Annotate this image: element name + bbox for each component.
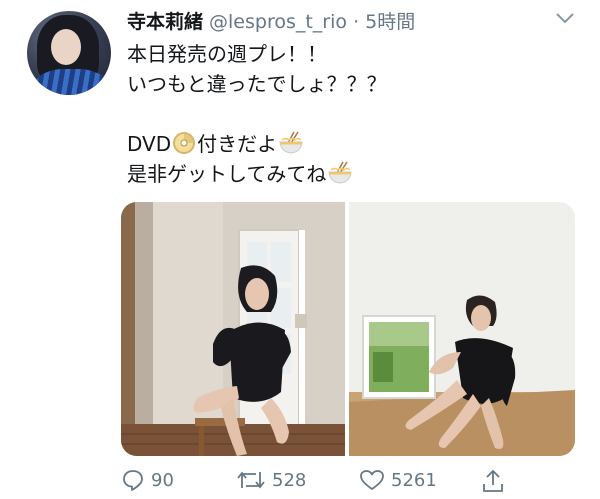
avatar-face: [51, 29, 81, 65]
noodle-bowl-icon: [279, 131, 303, 154]
handle-and-time[interactable]: @lespros_t_rio · 5時間: [209, 11, 415, 33]
tweet-header: 寺本莉緒 @lespros_t_rio · 5時間: [127, 7, 415, 34]
noodle-bowl-icon: [328, 161, 352, 184]
avatar[interactable]: [27, 11, 111, 95]
photo-left-image: [121, 202, 345, 456]
reply-icon: [123, 470, 143, 491]
share-icon: [483, 469, 503, 492]
avatar-shirt: [35, 69, 107, 95]
text-line: 本日発売の週プレ！！: [127, 42, 327, 66]
retweet-button[interactable]: 528: [236, 468, 306, 492]
tweet-text: 本日発売の週プレ！！ いつもと違ったでしょ？？？ DVD 付きだよ 是非ゲットし…: [127, 39, 387, 189]
text-line: いつもと違ったでしょ？？？: [127, 72, 387, 96]
text-line: 是非ゲットしてみてね: [127, 159, 387, 189]
dvd-suffix-text: 付きだよ: [197, 132, 278, 156]
retweet-count: 528: [272, 469, 307, 491]
dvd-text: DVD: [127, 132, 172, 156]
display-name[interactable]: 寺本莉緒: [127, 11, 203, 33]
dvd-disc-icon: [173, 132, 196, 154]
photo-right-image: [349, 202, 575, 456]
chevron-down-icon[interactable]: [555, 12, 575, 24]
tweet-actions: 90 528 5261: [0, 468, 600, 498]
text-line: DVD 付きだよ: [127, 129, 387, 159]
retweet-icon: [237, 471, 265, 489]
reply-count: 90: [151, 469, 174, 491]
tweet-media: [121, 202, 575, 456]
reply-button[interactable]: 90: [121, 468, 174, 492]
photo-left[interactable]: [121, 202, 345, 456]
like-icon: [360, 470, 384, 490]
photo-right[interactable]: [349, 202, 575, 456]
like-button[interactable]: 5261: [359, 468, 437, 492]
like-count: 5261: [391, 469, 437, 491]
text-line-content: 是非ゲットしてみてね: [127, 162, 327, 186]
share-button[interactable]: [481, 468, 511, 494]
